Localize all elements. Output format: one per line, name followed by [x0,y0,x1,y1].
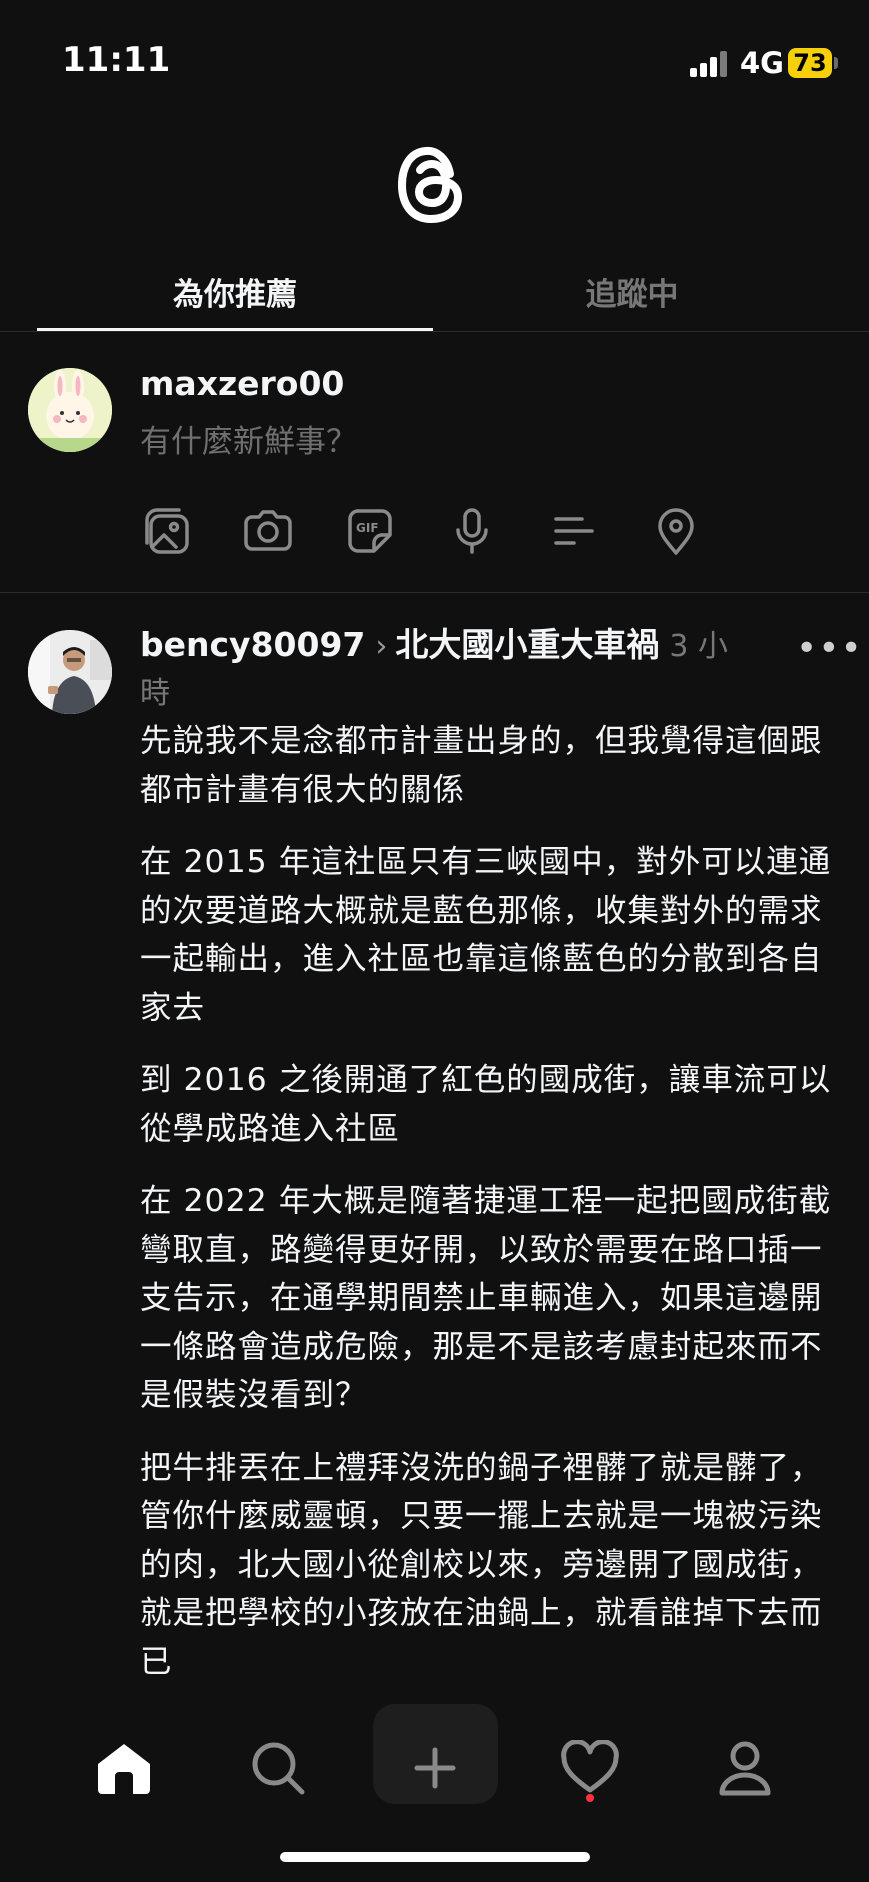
profile-icon[interactable] [705,1728,785,1808]
post-header: bency80097 › 北大國小重大車禍 3 小時 [140,622,740,716]
post-paragraph: 到 2016 之後開通了紅色的國成街，讓車流可以從學成路進入社區 [140,1062,832,1147]
post-author-avatar[interactable] [28,630,112,714]
tab-for-you[interactable]: 為你推薦 [37,269,433,314]
post-paragraph: 先說我不是念都市計畫出身的，但我覺得這個跟都市計畫有很大的關係 [140,723,823,808]
camera-icon[interactable] [240,503,296,559]
gif-icon[interactable]: GIF [342,503,398,559]
post-paragraph: 把牛排丟在上禮拜沒洗的鍋子裡髒了就是髒了，管你什麼威靈頓，只要一擺上去就是一塊被… [140,1449,823,1680]
post-topic-tag[interactable]: 北大國小重大車禍 [395,625,659,664]
post-body: 先說我不是念都市計畫出身的，但我覺得這個跟都市計畫有很大的關係 在 2015 年… [140,717,840,1710]
svg-text:GIF: GIF [356,521,379,535]
compose-icon[interactable] [395,1728,475,1808]
status-bar: 11:11 4G 73 [0,0,869,120]
search-icon[interactable] [238,1728,318,1808]
composer-username: maxzero00 [140,364,345,403]
network-label: 4G [740,46,784,80]
threads-logo-icon[interactable] [392,140,472,230]
signal-icon [690,51,730,77]
poll-icon[interactable] [546,503,602,559]
composer-input[interactable]: 有什麼新鮮事？ [140,416,357,461]
more-options-icon[interactable]: ••• [796,628,863,669]
bottom-nav [0,1690,869,1820]
home-indicator [280,1852,590,1862]
status-time: 11:11 [62,40,171,80]
post-paragraph: 在 2015 年這社區只有三峽國中，對外可以連通的次要道路大概就是藍色那條，收集… [140,844,832,1026]
battery-icon: 73 [788,48,832,78]
composer-divider [0,592,869,593]
notification-dot [586,1794,594,1802]
tab-following[interactable]: 追蹤中 [434,269,830,314]
feed-tabs: 為你推薦 追蹤中 [0,255,869,332]
active-tab-indicator [37,328,433,331]
battery-nub [834,57,838,69]
chevron-right-icon: › [375,629,388,664]
microphone-icon[interactable] [444,503,500,559]
home-icon[interactable] [84,1728,164,1808]
user-avatar[interactable] [28,368,112,452]
location-icon[interactable] [648,503,704,559]
post-paragraph: 在 2022 年大概是隨著捷運工程一起把國成街截彎取直，路變得更好開，以致於需要… [140,1183,832,1413]
post-username[interactable]: bency80097 [140,625,365,664]
gallery-icon[interactable] [140,503,196,559]
